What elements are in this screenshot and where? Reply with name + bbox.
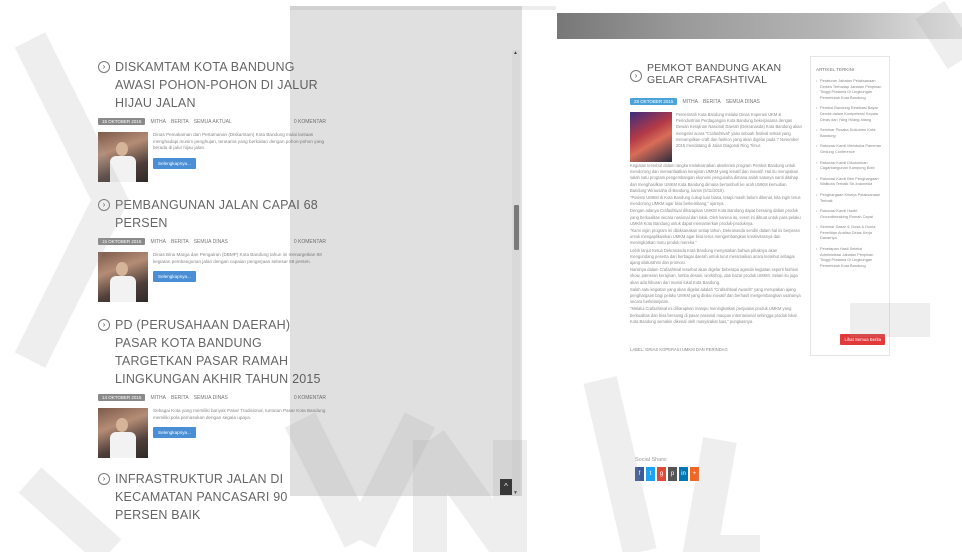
social-share-label: Social Share: [635, 457, 668, 463]
sidebar-item[interactable]: Rakorasi Kamil Hadiri Groundbreaking Rum… [816, 208, 884, 219]
post-thumbnail[interactable] [98, 132, 148, 182]
post-subcategory[interactable]: SEMUA AKTUAL [194, 119, 232, 125]
facebook-icon[interactable]: f [635, 467, 644, 481]
sidebar-item[interactable]: Rakorasi Kamil Dikukuhkan Cagarbangunan … [816, 160, 884, 171]
content-overlay-panel [290, 6, 522, 496]
post-category[interactable]: BERITA [171, 119, 189, 125]
post-subcategory[interactable]: SEMUA DINAS [194, 239, 228, 245]
sidebar-item[interactable]: Peraturan Jabatan Pelaksanaan Dinkes Ter… [816, 78, 884, 100]
scroll-up-arrow-icon[interactable]: ▲ [513, 50, 518, 56]
sidebar-item[interactable]: Seminar Pusaka Dokumen Kota Bandung [816, 127, 884, 138]
article-paragraph: Nantinya dalam Crafashtival tersebut aka… [630, 267, 799, 285]
article-intro: Pemerintah Kota Bandung melalui Dinas Ko… [630, 112, 802, 162]
linkedin-icon[interactable]: in [679, 467, 688, 481]
article-title-text: PEMKOT BANDUNG AKAN GELAR CRAFASHTIVAL [647, 62, 782, 86]
post-date: 15 OKTOBER 2015 [98, 118, 146, 125]
post-author[interactable]: MITHA [150, 119, 166, 125]
arrow-circle-icon: › [98, 319, 110, 331]
pinterest-icon[interactable]: p [668, 467, 677, 481]
article-image [630, 112, 672, 162]
article-title: › PEMKOT BANDUNG AKAN GELAR CRAFASHTIVAL [630, 62, 802, 86]
article-meta: 28 OKTOBER 2015 MITHA BERITA SEMUA DINAS [630, 98, 802, 105]
scroll-down-arrow-icon[interactable]: ▼ [513, 490, 518, 496]
twitter-icon[interactable]: t [646, 467, 655, 481]
read-more-button[interactable]: Selengkapnya... [153, 271, 196, 283]
sidebar-title: ARTIKEL TERKINI [816, 67, 855, 72]
arrow-circle-icon: › [630, 69, 642, 82]
article-paragraph: Dengan adanya Crafashtival diharapkan UM… [630, 208, 801, 226]
article-paragraph: Salah satu kegiatan yang akan digelar ad… [630, 286, 801, 305]
post-subcategory[interactable]: SEMUA DINAS [194, 395, 228, 401]
post-thumbnail[interactable] [98, 252, 148, 302]
social-share: Social Share: f t g p in + [635, 457, 699, 481]
post-category[interactable]: BERITA [171, 395, 189, 401]
post-date: 15 OKTOBER 2015 [98, 238, 146, 245]
sidebar-recent-articles: ARTIKEL TERKINI Peraturan Jabatan Pelaks… [810, 56, 890, 356]
scrollbar-track[interactable] [512, 50, 520, 496]
post-author[interactable]: MITHA [150, 239, 166, 245]
post-thumbnail[interactable] [98, 408, 148, 458]
article-paragraph: "Melalui Crafashtival ini diharapkan mam… [630, 306, 797, 324]
article-author[interactable]: MITHA [682, 99, 698, 105]
article-paragraph: "Potensi UMKM di Kota Bandung cukup luar… [630, 195, 801, 207]
sidebar-item[interactable]: Penghargaan Kinerja Pelaksanaan Terbaik [816, 192, 884, 203]
read-more-button[interactable]: Selengkapnya... [153, 427, 196, 439]
see-all-news-button[interactable]: Lihat Semua Berita [840, 334, 885, 345]
article-intro-text: Pemerintah Kota Bandung melalui Dinas Ko… [676, 112, 802, 149]
article-paragraph: "Kami ingin program ini dilaksanakan set… [630, 228, 800, 246]
article-paragraph: Lebih lanjut Ketua Dekranasda Kota Bandu… [630, 247, 795, 266]
arrow-circle-icon: › [98, 473, 110, 485]
social-share-icons: f t g p in + [635, 467, 699, 481]
sidebar-list: Peraturan Jabatan Pelaksanaan Dinkes Ter… [816, 78, 884, 268]
more-share-icon[interactable]: + [690, 467, 699, 481]
article-paragraph: Kegiatan tersebut dalam rangka melaksana… [630, 163, 799, 193]
scrollbar-thumb[interactable] [514, 205, 519, 250]
back-to-top-button[interactable]: ^ [500, 479, 512, 495]
article-date: 28 OKTOBER 2015 [630, 98, 678, 105]
post-date: 14 OKTOBER 2015 [98, 394, 146, 401]
sidebar-item[interactable]: Pemkot Bandung Realisasi Bayar Denda dal… [816, 105, 884, 122]
sidebar-item[interactable]: Rakorasi Kamil Membuka Pameran Gedung Co… [816, 143, 884, 154]
arrow-circle-icon: › [98, 199, 110, 211]
read-more-button[interactable]: Selengkapnya... [153, 157, 196, 169]
google-plus-icon[interactable]: g [657, 467, 666, 481]
sidebar-item[interactable]: Seminar Dasar 4, Dosa & Dunia Penelitian… [816, 224, 884, 241]
header-banner [557, 13, 962, 39]
sidebar-item[interactable]: Rakorasi Kamil Beri Penghargaan Walikota… [816, 176, 884, 187]
article: › PEMKOT BANDUNG AKAN GELAR CRAFASHTIVAL… [630, 62, 802, 352]
sidebar-item[interactable]: Penetapan Hasil Seleksi Administrasi Jab… [816, 246, 884, 268]
post-category[interactable]: BERITA [171, 239, 189, 245]
article-subcategory[interactable]: SEMUA DINAS [726, 99, 760, 105]
post-author[interactable]: MITHA [150, 395, 166, 401]
article-category[interactable]: BERITA [703, 99, 721, 105]
article-tags[interactable]: LABEL: DINAS KOPERASI UMKM DAN PERINDAG [630, 347, 802, 352]
arrow-circle-icon: › [98, 61, 110, 73]
